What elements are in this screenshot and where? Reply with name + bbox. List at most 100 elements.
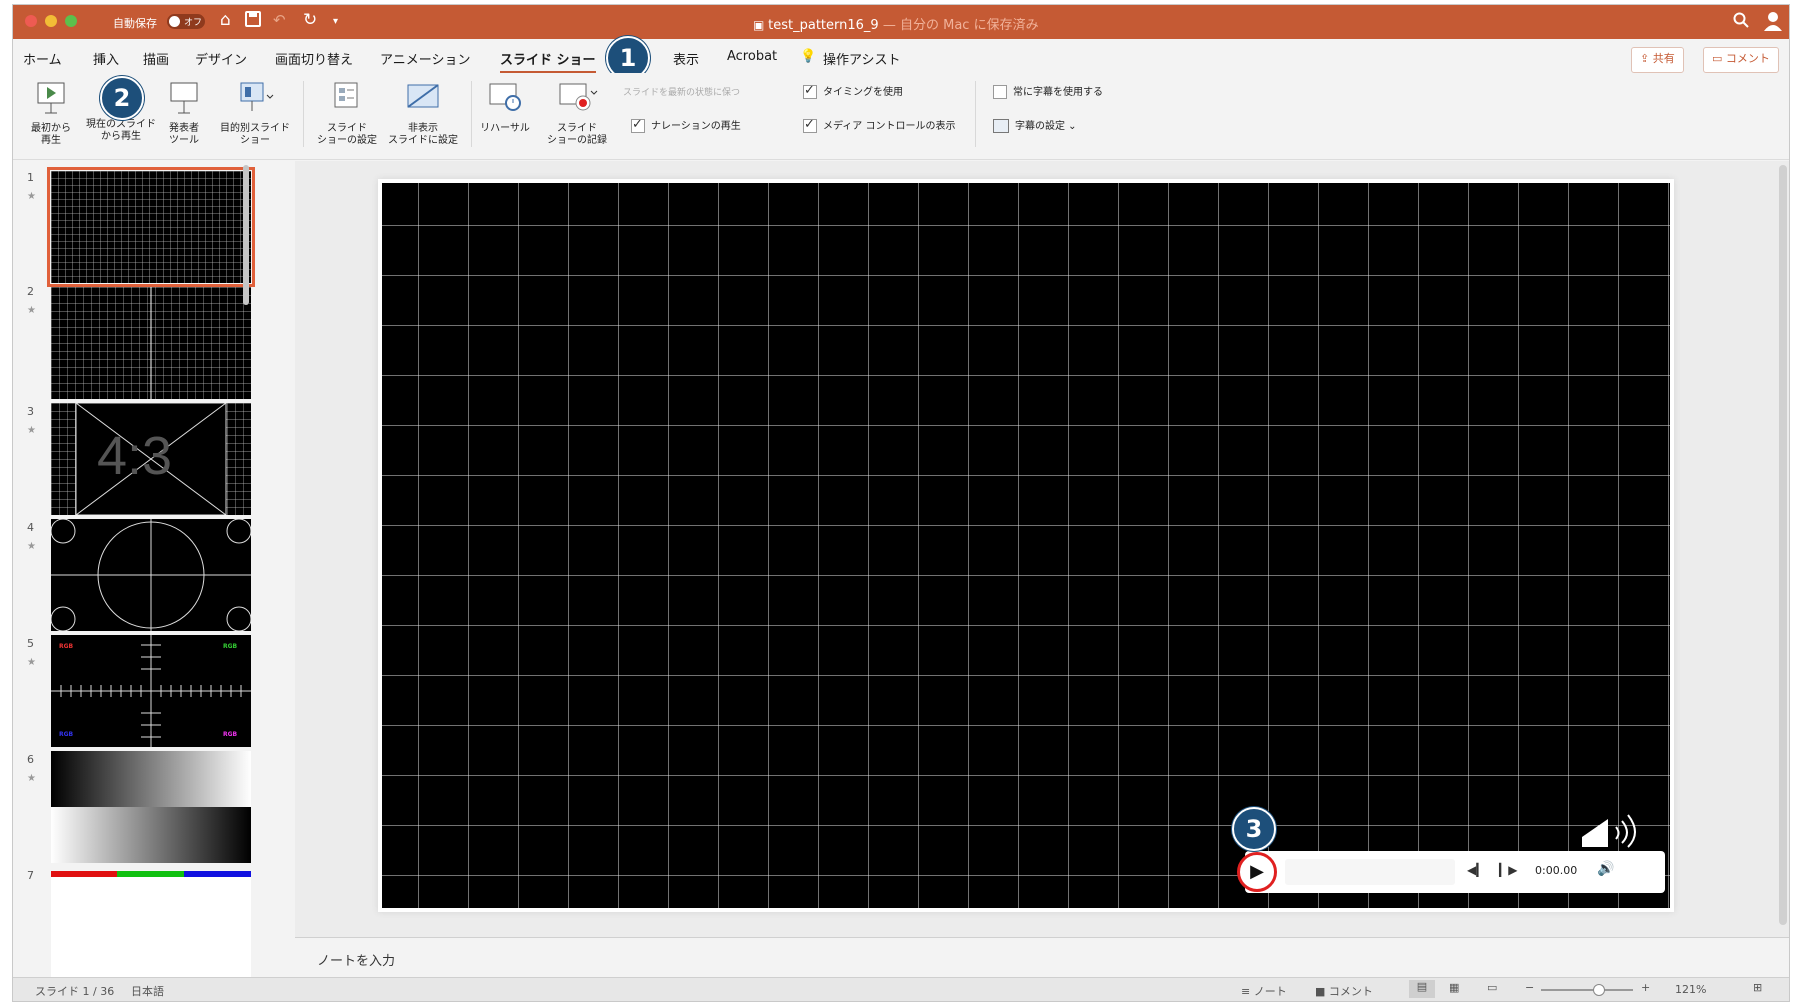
audio-icon	[1574, 809, 1644, 854]
fit-to-window-icon[interactable]: ⊞	[1753, 981, 1762, 994]
save-icon[interactable]	[245, 11, 261, 31]
document-title: ▣ test_pattern16_9 — 自分の Mac に保存済み	[753, 18, 1039, 33]
play-from-current-button[interactable]: 2 現在のスライド から再生	[75, 76, 167, 143]
autosave-label: 自動保存	[113, 17, 157, 30]
tab-home[interactable]: ホーム	[23, 49, 62, 68]
slide-thumbnail-1[interactable]	[47, 167, 255, 287]
show-media-controls-checkbox[interactable]: メディア コントロールの表示	[803, 117, 955, 133]
close-window-button[interactable]	[25, 15, 37, 27]
maximize-window-button[interactable]	[65, 15, 77, 27]
subtitle-settings-button[interactable]: 字幕の設定 ⌄	[993, 117, 1077, 133]
rehearse-timings-button[interactable]: リハーサル	[475, 81, 535, 135]
skip-back-icon[interactable]: ◀▎	[1467, 863, 1485, 877]
tab-animations[interactable]: アニメーション	[380, 49, 470, 68]
tab-slideshow[interactable]: スライド ショー	[500, 49, 596, 74]
skip-forward-icon[interactable]: ▎▶	[1499, 863, 1517, 877]
notes-pane[interactable]: ノートを入力	[295, 937, 1789, 978]
ribbon-separator	[975, 81, 976, 147]
slide-number: 7	[27, 869, 34, 882]
volume-icon[interactable]: 🔊	[1597, 861, 1614, 877]
rgb-label: RGB	[59, 643, 74, 650]
custom-show-button[interactable]: 目的別スライド ショー	[213, 81, 297, 147]
slide-thumbnail-4[interactable]	[51, 519, 251, 631]
zoom-slider[interactable]	[1541, 984, 1633, 996]
animation-star-icon: ★	[27, 541, 36, 552]
thumb-circle-pattern	[51, 519, 251, 631]
minimize-window-button[interactable]	[45, 15, 57, 27]
tab-draw[interactable]: 描画	[143, 49, 169, 68]
current-slide-canvas[interactable]: ▶ ◀▎ ▎▶ 0:00.00 🔊	[382, 183, 1670, 908]
animation-star-icon: ★	[27, 773, 36, 784]
zoom-slider-knob[interactable]	[1593, 984, 1605, 996]
tab-insert[interactable]: 挿入	[93, 49, 119, 68]
thumb-ruler-pattern	[51, 635, 251, 747]
search-icon[interactable]	[1733, 12, 1749, 32]
chevron-down-icon: ⌄	[1065, 121, 1077, 132]
document-icon: ▣	[753, 18, 769, 32]
normal-view-icon[interactable]: ▤	[1409, 980, 1435, 998]
rgb-label: RGB	[223, 731, 238, 738]
notes-placeholder: ノートを入力	[317, 954, 396, 969]
gradient-band	[51, 807, 251, 863]
play-from-start-button[interactable]: 最初から 再生	[23, 81, 79, 147]
status-bar: スライド 1 / 36 日本語 ≡ ノート ■ コメント ▤ ▦ ▭ − + 1…	[13, 977, 1789, 1001]
always-subtitles-checkbox[interactable]: 常に字幕を使用する	[993, 83, 1103, 99]
slideshow-view-icon[interactable]: ▭	[1487, 981, 1497, 994]
zoom-out-icon[interactable]: −	[1525, 981, 1534, 994]
ribbon-separator	[303, 81, 304, 147]
color-bar-blue	[184, 871, 251, 877]
use-timings-checkbox[interactable]: タイミングを使用	[803, 83, 903, 99]
account-icon[interactable]	[1763, 10, 1783, 36]
slide-thumbnail-7[interactable]	[51, 871, 251, 977]
zoom-in-icon[interactable]: +	[1641, 981, 1650, 994]
redo-icon[interactable]: ↻	[303, 10, 317, 30]
record-slideshow-button[interactable]: スライド ショーの記録	[541, 81, 613, 147]
slideshow-setup-button[interactable]: スライド ショーの設定	[313, 81, 381, 147]
language-indicator[interactable]: 日本語	[131, 983, 164, 999]
slide-number: 3	[27, 405, 34, 418]
setup-icon	[334, 82, 358, 108]
slide-thumbnail-5[interactable]: RGB RGB RGB RGB	[51, 635, 251, 747]
thumbnail-scrollbar[interactable]	[243, 165, 249, 305]
slide-sorter-icon[interactable]: ▦	[1449, 981, 1459, 994]
tab-transitions[interactable]: 画面切り替え	[275, 49, 353, 68]
slide-thumbnail-6[interactable]	[51, 751, 251, 863]
rehearse-icon	[489, 83, 521, 111]
play-narrations-checkbox[interactable]: ナレーションの再生	[631, 117, 741, 133]
slide-number: 4	[27, 521, 34, 534]
slide-thumbnail-3[interactable]: 4:3	[51, 403, 251, 515]
aspect-ratio-label: 4:3	[97, 426, 173, 486]
home-icon[interactable]: ⌂	[220, 10, 231, 30]
presenter-tools-button[interactable]: 発表者 ツール	[159, 81, 209, 147]
slide-counter: スライド 1 / 36	[35, 985, 115, 998]
autosave-toggle[interactable]: オフ	[167, 14, 205, 29]
editor-scrollbar[interactable]	[1779, 165, 1787, 925]
tab-view[interactable]: 表示	[673, 49, 699, 68]
share-icon: ⇪	[1640, 52, 1653, 65]
rgb-label: RGB	[223, 643, 238, 650]
media-controls-bar: ▶ ◀▎ ▎▶ 0:00.00 🔊	[1237, 851, 1665, 893]
media-play-button[interactable]: ▶	[1237, 852, 1277, 892]
hide-slide-button[interactable]: 非表示 スライドに設定	[381, 81, 465, 147]
share-button[interactable]: ⇪ 共有	[1631, 47, 1684, 73]
customize-toolbar-icon[interactable]: ▾	[333, 16, 338, 27]
undo-icon[interactable]: ↶	[273, 11, 286, 29]
tell-me-search[interactable]: 操作アシスト	[823, 49, 900, 68]
step-badge-2: 2	[100, 76, 144, 120]
notes-toggle[interactable]: ≡ ノート	[1241, 983, 1287, 999]
animation-star-icon: ★	[27, 305, 36, 316]
media-progress-track[interactable]	[1285, 859, 1455, 885]
comment-icon: ▭	[1712, 52, 1726, 65]
slide-thumbnail-2[interactable]	[51, 287, 251, 399]
comments-button[interactable]: ▭ コメント	[1703, 47, 1779, 73]
title-bar: 自動保存 オフ ⌂ ↶ ↻ ▾ ▣ test_pattern16_9 — 自分の…	[13, 5, 1789, 39]
comments-toggle[interactable]: ■ コメント	[1315, 983, 1373, 999]
color-bar-green	[117, 871, 184, 877]
screen-play-icon	[37, 82, 65, 114]
tab-acrobat[interactable]: Acrobat	[727, 49, 777, 64]
keep-updated-checkbox[interactable]: スライドを最新の状態に保つ	[623, 85, 740, 98]
lightbulb-icon: 💡	[800, 49, 817, 64]
thumb-grid	[51, 287, 251, 399]
tab-design[interactable]: デザイン	[195, 49, 247, 68]
zoom-level[interactable]: 121%	[1675, 983, 1706, 996]
